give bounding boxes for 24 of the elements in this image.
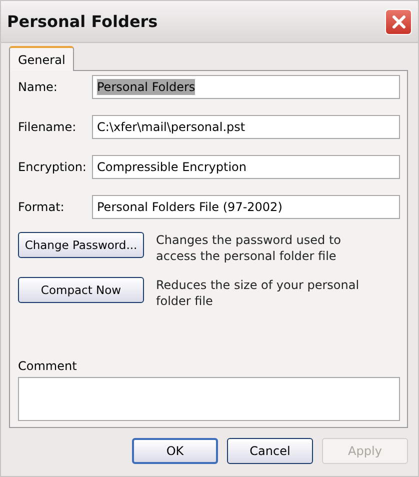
input-field[interactable]: Personal Folders [92,75,400,99]
window-title: Personal Folders [7,12,158,31]
comment-field[interactable] [18,377,400,421]
action-description: Changes the password used to access the personal folder file [156,232,342,264]
comment-label: Comment [18,359,78,373]
dialog-button[interactable]: OK [132,438,218,464]
field-value: Personal Folders [97,79,196,95]
input-field[interactable]: Personal Folders File (97-2002) [92,195,400,219]
action-description: Reduces the size of your personal folder file [156,277,360,309]
close-button[interactable] [385,8,412,34]
field-label: Name: [18,80,58,94]
field-label: Encryption: [18,160,88,174]
input-field[interactable]: Compressible Encryption [92,155,400,179]
action-button[interactable]: Change Password... [18,232,144,258]
close-icon [390,14,406,30]
dialog-button[interactable]: Cancel [227,438,313,464]
field-label: Filename: [18,120,78,134]
field-value: Personal Folders File (97-2002) [97,199,282,215]
field-label: Format: [18,200,66,214]
field-value: Compressible Encryption [97,159,246,175]
action-button[interactable]: Compact Now [18,277,144,303]
tab[interactable]: General [9,46,74,71]
field-value: C:\xfer\mail\personal.pst [97,119,246,135]
input-field[interactable]: C:\xfer\mail\personal.pst [92,115,400,139]
